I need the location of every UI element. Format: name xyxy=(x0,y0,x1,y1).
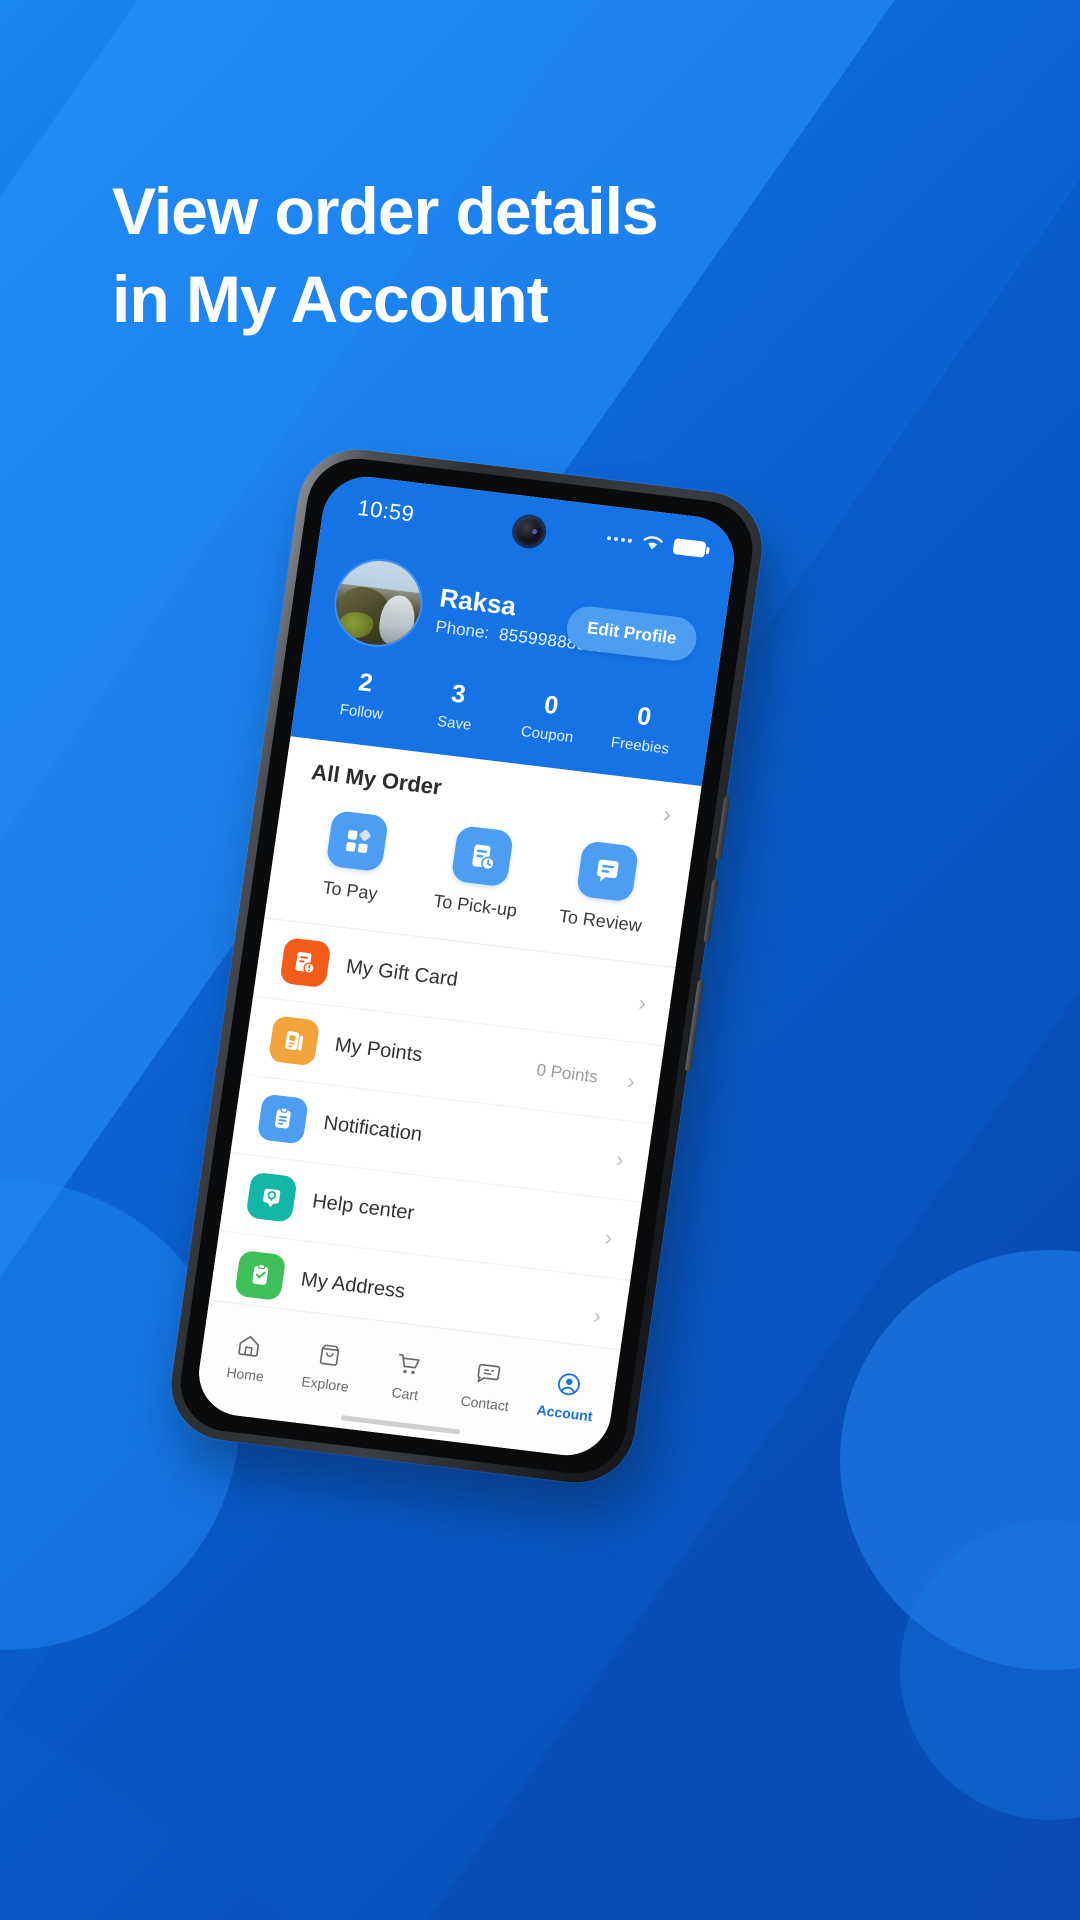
chevron-right-icon: › xyxy=(591,1302,603,1329)
order-shortcut-to-pickup[interactable]: To Pick-up xyxy=(411,820,549,923)
message-icon xyxy=(447,1352,532,1395)
menu-item-help-center-label: Help center xyxy=(310,1190,416,1225)
avatar[interactable] xyxy=(330,556,427,650)
chat-bubble-lines-icon xyxy=(575,839,640,902)
stat-coupon-value: 0 xyxy=(542,690,561,721)
order-shortcut-to-review-label: To Review xyxy=(557,905,644,936)
stat-coupon[interactable]: 0 Coupon xyxy=(500,687,600,748)
grid-diamond-icon xyxy=(325,809,390,872)
menu-item-my-points-value: 0 Points xyxy=(535,1059,600,1087)
points-card-icon xyxy=(268,1014,321,1066)
cart-icon xyxy=(367,1343,452,1386)
battery-full-icon xyxy=(672,538,707,558)
wifi-icon xyxy=(641,534,665,552)
chevron-right-icon: › xyxy=(625,1067,637,1094)
gift-card-icon xyxy=(279,936,332,988)
edit-profile-button[interactable]: Edit Profile xyxy=(564,604,700,664)
chevron-right-icon: › xyxy=(603,1224,615,1250)
stat-freebies-value: 0 xyxy=(635,701,654,732)
status-bar-time: 10:59 xyxy=(356,494,416,527)
tab-account[interactable]: Account xyxy=(524,1362,612,1425)
menu-item-my-address-label: My Address xyxy=(299,1268,407,1303)
stat-coupon-label: Coupon xyxy=(519,722,575,746)
account-circle-icon xyxy=(526,1362,611,1405)
tab-contact[interactable]: Contact xyxy=(444,1352,532,1415)
status-bar-indicators xyxy=(606,530,707,558)
promo-headline: View order details in My Account xyxy=(112,168,912,344)
address-clipboard-icon xyxy=(234,1249,287,1301)
menu-item-my-gift-card-label: My Gift Card xyxy=(344,955,460,991)
stat-freebies[interactable]: 0 Freebies xyxy=(592,698,692,759)
order-shortcut-to-pickup-label: To Pick-up xyxy=(432,890,519,921)
stat-follow-label: Follow xyxy=(338,700,385,723)
stat-follow-value: 2 xyxy=(356,668,375,698)
home-indicator xyxy=(340,1415,461,1435)
tab-cart[interactable]: Cart xyxy=(364,1343,452,1406)
order-shortcut-to-pay[interactable]: To Pay xyxy=(286,805,424,908)
tab-home[interactable]: Home xyxy=(204,1323,292,1386)
profile-text: Raksa Phone: 85599888999 xyxy=(434,582,607,657)
signal-dots-icon xyxy=(606,535,633,543)
document-clock-icon xyxy=(450,824,515,887)
chevron-right-icon: › xyxy=(637,989,648,1016)
chevron-right-icon: › xyxy=(661,800,674,828)
profile-phone-label: Phone: xyxy=(434,617,491,643)
home-icon xyxy=(207,1323,292,1366)
order-shortcut-to-review[interactable]: To Review xyxy=(536,836,674,939)
headline-line-2: in My Account xyxy=(112,261,549,336)
headline-line-1: View order details xyxy=(112,174,659,248)
clipboard-bell-icon xyxy=(256,1093,310,1145)
tab-explore[interactable]: Explore xyxy=(284,1333,372,1396)
chevron-right-icon: › xyxy=(614,1146,626,1172)
order-shortcut-to-pay-label: To Pay xyxy=(321,876,379,904)
help-support-icon xyxy=(245,1171,298,1223)
stat-follow[interactable]: 2 Follow xyxy=(314,664,414,725)
account-header: 10:59 Raksa Phone: 85599888999 Edit Prof… xyxy=(290,472,740,786)
menu-item-notification-label: Notification xyxy=(322,1112,424,1146)
stat-save-value: 3 xyxy=(449,679,468,709)
menu-item-my-points-label: My Points xyxy=(333,1033,424,1067)
bag-icon xyxy=(287,1333,372,1376)
stat-save-label: Save xyxy=(436,712,473,734)
stat-freebies-label: Freebies xyxy=(609,733,671,758)
stat-save[interactable]: 3 Save xyxy=(407,676,507,737)
